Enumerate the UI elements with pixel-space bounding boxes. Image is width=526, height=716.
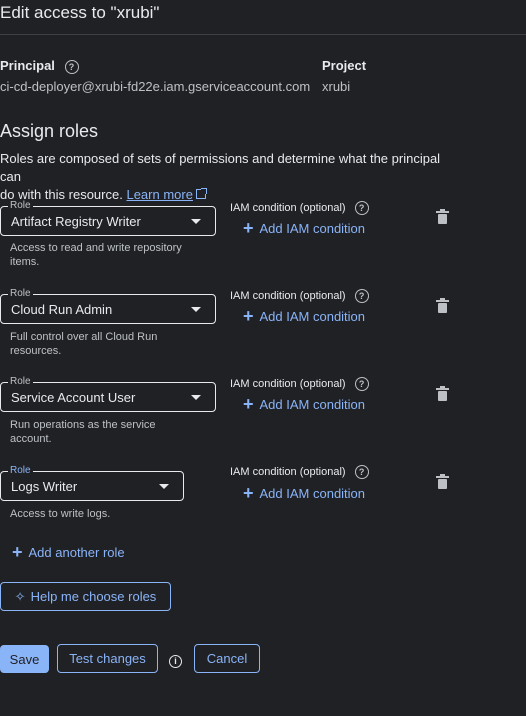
help-icon[interactable]: ? [354,201,369,215]
role-hint-3: Run operations as the service account. [10,419,156,445]
learn-more-link[interactable]: Learn more [126,187,207,202]
save-button[interactable]: Save [0,645,49,673]
external-link-icon [195,188,207,199]
add-iam-condition-button[interactable]: + Add IAM condition [243,218,365,238]
test-changes-button[interactable]: Test changes [57,644,158,673]
info-icon[interactable]: i [169,651,182,669]
sparkle-icon: ✧ [14,588,26,604]
role-field-label: Role [8,288,33,299]
plus-icon: + [243,306,254,326]
help-me-choose-roles-button[interactable]: ✧ Help me choose roles [0,582,171,611]
role-hint-2: Full control over all Cloud Run resource… [10,331,158,357]
role-field-label: Role [8,200,33,211]
assign-roles-description: Roles are composed of sets of permission… [0,150,460,204]
iam-condition-label: IAM condition (optional) ? [230,377,369,391]
help-icon[interactable]: ? [64,59,79,74]
plus-icon: + [243,483,254,503]
dropdown-arrow-icon [159,483,169,489]
add-another-role-button[interactable]: + Add another role [12,542,125,562]
dropdown-arrow-icon [191,394,201,400]
principal-value: ci-cd-deployer@xrubi-fd22e.iam.gservicea… [0,79,311,94]
description-line-1: Roles are composed of sets of permission… [0,151,441,184]
add-iam-condition-button[interactable]: + Add IAM condition [243,306,365,326]
role-field-label: Role [8,465,33,476]
cancel-button[interactable]: Cancel [194,644,260,673]
plus-icon: + [243,394,254,414]
header-divider [0,34,526,35]
delete-icon[interactable] [436,474,449,489]
add-iam-condition-button[interactable]: + Add IAM condition [243,394,365,414]
help-icon[interactable]: ? [354,377,369,391]
role-hint-1: Access to read and write repository item… [10,242,182,268]
delete-icon[interactable] [436,209,449,224]
iam-condition-label: IAM condition (optional) ? [230,289,369,303]
role-hint-4: Access to write logs. [10,508,111,520]
project-value: xrubi [322,79,351,94]
role-field-label: Role [8,376,33,387]
delete-icon[interactable] [436,298,449,313]
dialog-title: Edit access to "xrubi" [0,3,160,22]
plus-icon: + [12,542,23,562]
project-label: Project [322,58,367,73]
help-icon[interactable]: ? [354,465,369,479]
delete-icon[interactable] [436,386,449,401]
iam-condition-label: IAM condition (optional) ? [230,465,369,479]
add-iam-condition-button[interactable]: + Add IAM condition [243,483,365,503]
assign-roles-heading: Assign roles [0,121,99,141]
help-icon[interactable]: ? [354,289,369,303]
plus-icon: + [243,218,254,238]
dropdown-arrow-icon [191,306,201,312]
dropdown-arrow-icon [191,218,201,224]
principal-label-row: Principal ? [0,58,79,74]
iam-condition-label: IAM condition (optional) ? [230,201,369,215]
principal-label: Principal [0,58,55,73]
